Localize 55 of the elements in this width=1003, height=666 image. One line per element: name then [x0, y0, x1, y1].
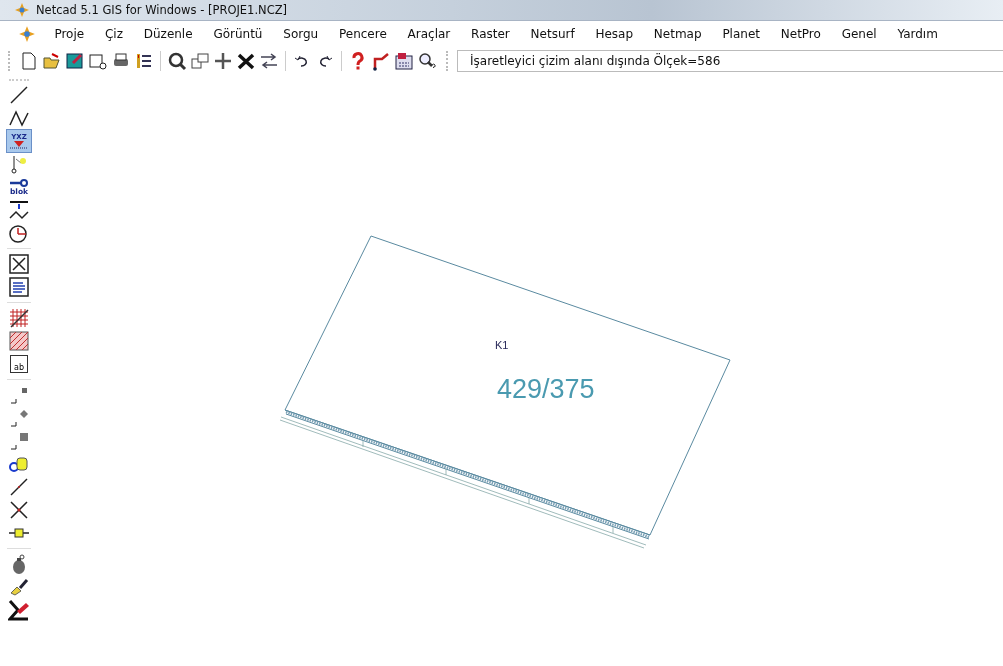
corner-square-icon — [8, 430, 30, 452]
hatch-icon — [8, 330, 30, 352]
menu-item[interactable]: Düzenle — [133, 27, 203, 41]
menu-item[interactable]: Sorgu — [272, 27, 329, 41]
text-label-tool[interactable]: ab — [7, 353, 31, 375]
break-tool[interactable] — [7, 199, 31, 221]
brush-icon — [8, 576, 30, 598]
menu-item[interactable]: Yardım — [887, 27, 949, 41]
slash-icon — [8, 476, 30, 498]
windows-icon[interactable] — [190, 51, 210, 71]
cross-box-tool[interactable] — [7, 253, 31, 275]
pin-icon — [9, 178, 29, 187]
menu-item[interactable]: Proje — [44, 27, 95, 41]
triangle-icon — [9, 140, 29, 150]
menu-item[interactable]: Hesap — [585, 27, 644, 41]
grid-icon — [8, 307, 30, 329]
plus-icon[interactable] — [213, 51, 233, 71]
text-box-icon — [8, 276, 30, 298]
search-icon[interactable] — [417, 51, 437, 71]
menu-item[interactable]: Görüntü — [203, 27, 273, 41]
menu-item[interactable]: NetPro — [770, 27, 832, 41]
calculator-icon[interactable] — [394, 51, 414, 71]
app-icon — [14, 2, 30, 18]
menu-item[interactable]: Planet — [712, 27, 771, 41]
menu-item[interactable]: Çiz — [94, 27, 134, 41]
cross-box-icon — [8, 253, 30, 275]
break-icon — [8, 199, 30, 221]
clock-icon — [8, 222, 30, 244]
corner-diamond-icon — [8, 407, 30, 429]
text-box-tool[interactable] — [7, 276, 31, 298]
parcel-name: K1 — [495, 339, 509, 351]
new-file-icon[interactable] — [19, 51, 39, 71]
app-icon — [18, 25, 36, 43]
line-icon — [8, 84, 30, 106]
eraser-icon — [8, 599, 30, 621]
parcel-number: 429/375 — [497, 374, 595, 404]
arrows-icon[interactable] — [259, 51, 279, 71]
menu-item[interactable]: Araçlar — [397, 27, 461, 41]
menu-item[interactable]: Genel — [831, 27, 888, 41]
x-cross-tool[interactable] — [7, 499, 31, 521]
magnifier-icon[interactable] — [167, 51, 187, 71]
x-cross-icon — [8, 499, 30, 521]
menu-item[interactable]: Netmap — [643, 27, 712, 41]
line-icon[interactable] — [371, 51, 391, 71]
list-icon[interactable] — [134, 51, 154, 71]
x-icon[interactable] — [236, 51, 256, 71]
grid-tool[interactable] — [7, 307, 31, 329]
status-field: İşaretleyici çizim alanı dışında Ölçek=586 — [457, 50, 1003, 72]
window-title: Netcad 5.1 GIS for Windows - [PROJE1.NCZ] — [36, 3, 288, 17]
hatch-tool[interactable] — [7, 330, 31, 352]
menu-item[interactable]: Netsurf — [520, 27, 586, 41]
folder-icon[interactable] — [42, 51, 62, 71]
menu-item[interactable]: Raster — [460, 27, 521, 41]
menu-item[interactable]: Pencere — [328, 27, 398, 41]
eraser-tool[interactable] — [7, 599, 31, 621]
